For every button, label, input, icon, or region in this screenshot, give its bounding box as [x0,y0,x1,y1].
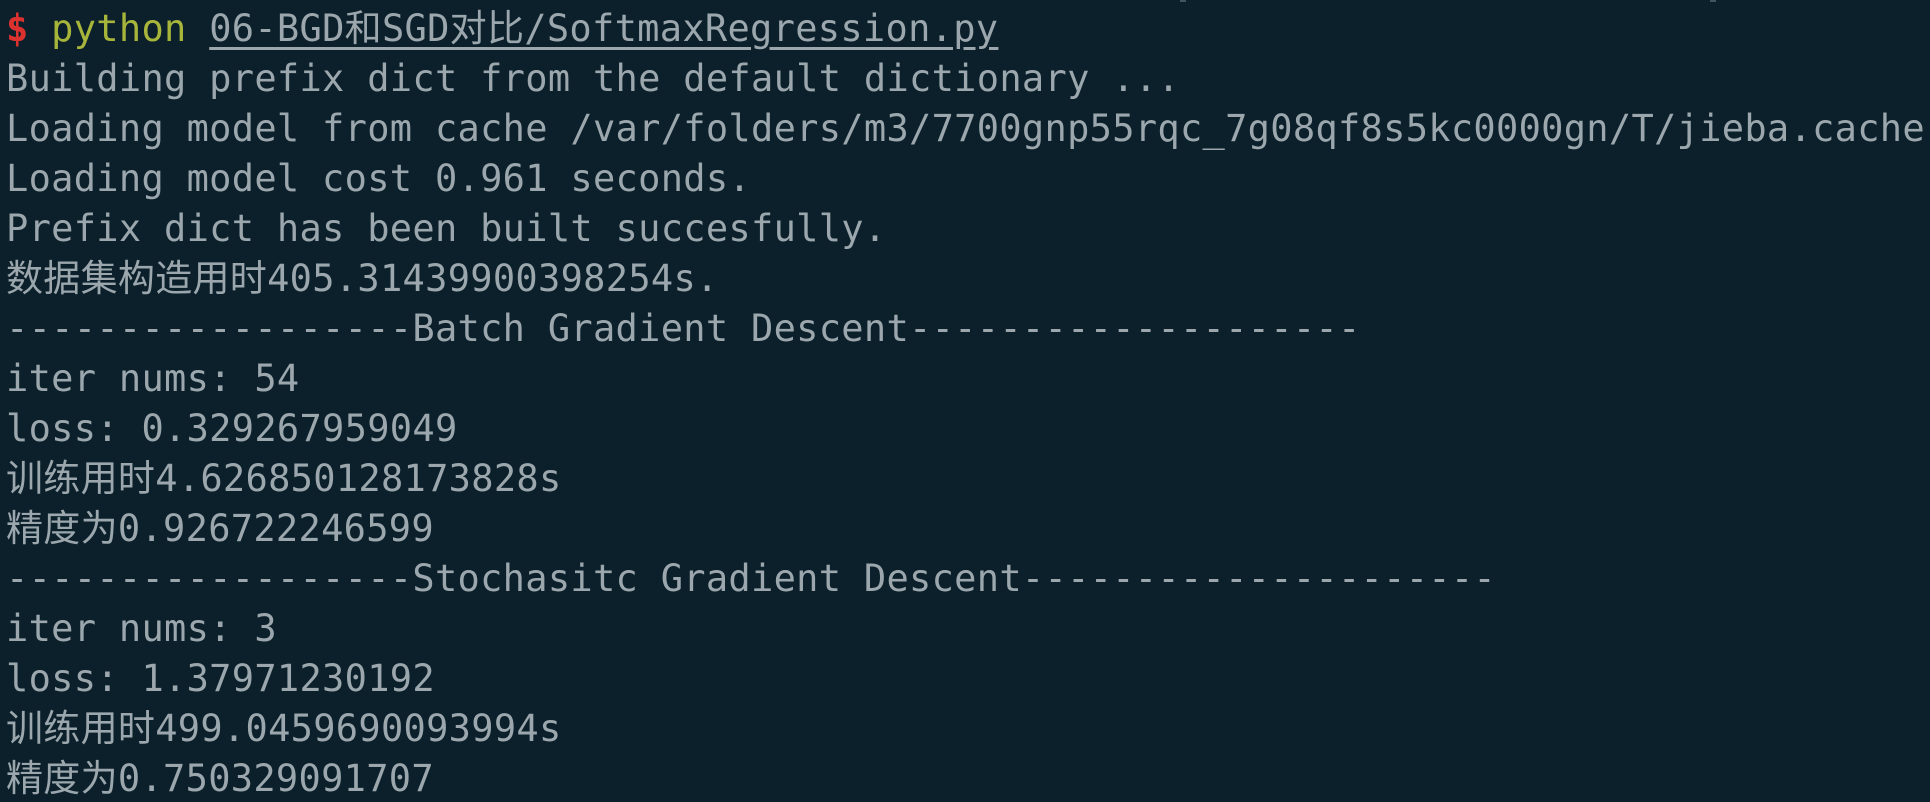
output-line: Loading model cost 0.961 seconds. [6,157,752,200]
top-edge-artifacts [0,0,1930,4]
prompt-symbol: $ [6,7,29,50]
output-line: loss: 0.329267959049 [6,407,458,450]
output-line: 数据集构造用时405.31439900398254s. [6,257,719,300]
edge-mark [1710,0,1716,2]
section-divider-sgd: ------------------Stochasitc Gradient De… [6,557,1497,600]
output-line: Loading model from cache /var/folders/m3… [6,107,1925,150]
output-line: 训练用时4.626850128173828s [6,457,562,500]
output-line: 训练用时499.0459690093994s [6,707,562,750]
script-path-link[interactable]: 06-BGD和SGD对比/SoftmaxRegression.py [209,7,998,50]
edge-mark [1180,0,1186,2]
output-line: 精度为0.750329091707 [6,757,434,800]
command-name: python [51,7,187,50]
output-line: iter nums: 54 [6,357,300,400]
output-line: Building prefix dict from the default di… [6,57,1180,100]
output-line: Prefix dict has been built succesfully. [6,207,887,250]
terminal-window[interactable]: $ python 06-BGD和SGD对比/SoftmaxRegression.… [0,0,1930,802]
section-divider-bgd: ------------------Batch Gradient Descent… [6,307,1361,350]
output-line: 精度为0.926722246599 [6,507,434,550]
output-line: loss: 1.37971230192 [6,657,435,700]
output-line: iter nums: 3 [6,607,277,650]
command-line: $ python 06-BGD和SGD对比/SoftmaxRegression.… [6,4,1930,54]
